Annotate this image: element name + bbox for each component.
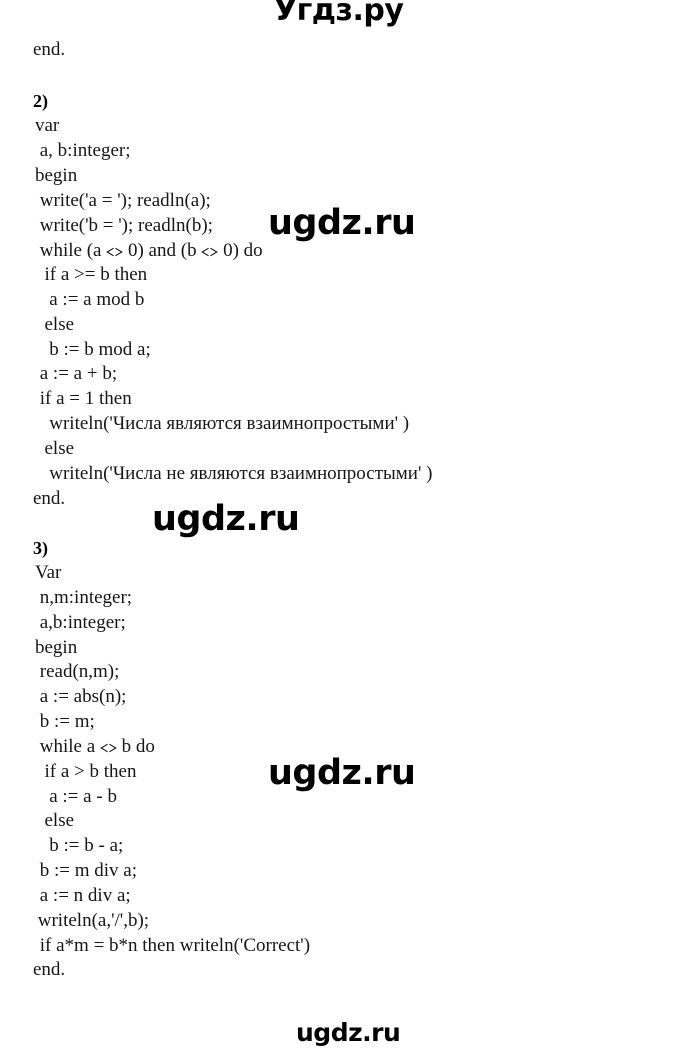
code-line: b := m div a;: [35, 860, 138, 881]
code-line: a := abs(n);: [35, 686, 127, 707]
code-line: begin: [35, 165, 78, 186]
watermark-bottom: ugdz.ru: [296, 1018, 401, 1047]
code-line: end.: [33, 488, 66, 509]
code-line: b := b - a;: [35, 835, 124, 856]
watermark-mid-2: ugdz.ru: [152, 499, 300, 539]
code-line: n,m:integer;: [35, 587, 133, 608]
code-line: read(n,m);: [35, 661, 120, 682]
watermark-top: Угдз.ру: [274, 0, 404, 28]
code-line: write('a = '); readln(a);: [35, 190, 211, 211]
code-line: a := a mod b: [35, 289, 145, 310]
code-line: end.: [33, 959, 66, 980]
code-line: a := a + b;: [35, 363, 118, 384]
code-line: writeln('Числа не являются взаимнопросты…: [35, 463, 433, 484]
code-line: begin: [35, 637, 78, 658]
code-line: if a = 1 then: [35, 388, 132, 409]
block-number-label: 3): [33, 538, 48, 558]
not-equal-icon: [106, 247, 124, 257]
code-line: if a > b then: [35, 761, 137, 782]
watermark-mid-1: ugdz.ru: [268, 203, 416, 243]
code-line: a,b:integer;: [35, 612, 126, 633]
code-line: else: [35, 810, 75, 831]
code-line: b := m;: [35, 711, 95, 732]
code-line: var: [35, 115, 60, 136]
code-line: while (a 0) and (b 0) do: [35, 240, 263, 261]
code-line: Var: [35, 562, 62, 583]
not-equal-icon: [100, 743, 117, 753]
code-line: a := n div a;: [35, 885, 131, 906]
document-page: Угдз.ру ugdz.ru ugdz.ru ugdz.ru ugdz.ru …: [0, 0, 680, 1052]
code-line: writeln(a,'/',b);: [33, 910, 150, 931]
code-line: a := a - b: [35, 786, 117, 807]
code-line: else: [35, 314, 75, 335]
watermark-mid-3: ugdz.ru: [268, 753, 416, 793]
code-line: end.: [33, 39, 66, 60]
code-line: a, b:integer;: [35, 140, 131, 161]
code-line: else: [35, 438, 75, 459]
code-line: write('b = '); readln(b);: [35, 215, 213, 236]
code-line: if a*m = b*n then writeln('Correct'): [35, 935, 311, 956]
block-number-label: 2): [33, 91, 48, 111]
code-line: if a >= b then: [35, 264, 148, 285]
code-line: while a b do: [35, 736, 155, 757]
code-line: b := b mod a;: [35, 339, 151, 360]
code-line: writeln('Числа являются взаимнопростыми'…: [35, 413, 410, 434]
not-equal-icon: [201, 247, 219, 257]
